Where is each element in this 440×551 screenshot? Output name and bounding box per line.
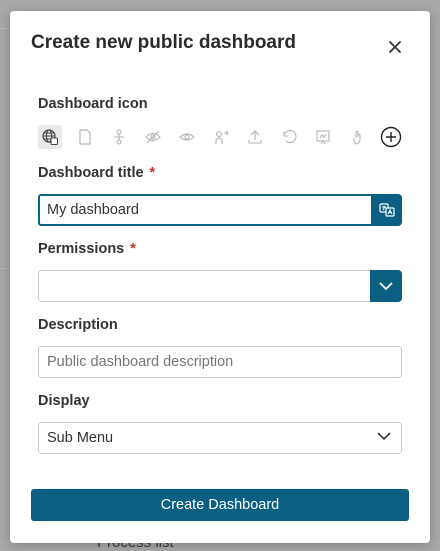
create-dashboard-button[interactable]: Create Dashboard <box>31 489 409 521</box>
dashboard-title-label-text: Dashboard title <box>38 165 144 181</box>
add-circle-icon <box>380 126 402 148</box>
eye-icon <box>179 133 195 141</box>
document-icon <box>79 129 91 145</box>
undo-icon <box>283 130 297 144</box>
permissions-select[interactable] <box>38 270 370 302</box>
backdrop-divider <box>0 268 10 269</box>
permissions-label-text: Permissions <box>38 241 125 257</box>
backdrop-divider <box>0 28 10 29</box>
icon-option-eye[interactable] <box>175 125 199 149</box>
globe-translate-icon <box>42 129 58 145</box>
network-icon <box>114 129 124 145</box>
icon-option-presentation[interactable] <box>311 125 335 149</box>
icon-option-globe[interactable] <box>38 125 62 149</box>
dashboard-title-label: Dashboard title * <box>38 165 155 181</box>
title-translate-button[interactable] <box>372 194 402 226</box>
upload-icon <box>248 130 262 144</box>
icon-add-button[interactable] <box>379 125 403 149</box>
description-input[interactable] <box>38 346 402 378</box>
display-select-value: Sub Menu <box>47 430 114 446</box>
icon-option-eye-off[interactable] <box>141 125 165 149</box>
dialog-title: Create new public dashboard <box>31 32 296 53</box>
close-button[interactable] <box>385 37 405 57</box>
eye-off-icon <box>145 130 161 144</box>
touch-icon <box>353 130 361 145</box>
dashboard-icon-label: Dashboard icon <box>38 96 148 112</box>
icon-option-touch[interactable] <box>345 125 369 149</box>
presentation-icon <box>316 130 330 145</box>
permissions-dropdown-button[interactable] <box>370 270 402 302</box>
display-label: Display <box>38 393 90 409</box>
dashboard-title-input[interactable] <box>38 194 373 226</box>
display-select[interactable]: Sub Menu <box>38 422 402 454</box>
chevron-down-icon <box>379 282 393 290</box>
required-marker: * <box>149 165 156 181</box>
share-user-icon <box>215 130 229 144</box>
icon-option-share-user[interactable] <box>209 125 233 149</box>
icon-option-network[interactable] <box>107 125 131 149</box>
permissions-label: Permissions * <box>38 241 136 257</box>
chevron-down-icon <box>377 432 391 441</box>
translate-icon <box>379 203 395 217</box>
required-marker: * <box>130 241 136 257</box>
create-dashboard-dialog: Create new public dashboard Dashboard ic… <box>10 11 430 543</box>
icon-option-undo[interactable] <box>277 125 301 149</box>
icon-option-document[interactable] <box>73 125 97 149</box>
description-label: Description <box>38 317 118 333</box>
icon-option-upload[interactable] <box>243 125 267 149</box>
close-icon <box>389 41 401 53</box>
